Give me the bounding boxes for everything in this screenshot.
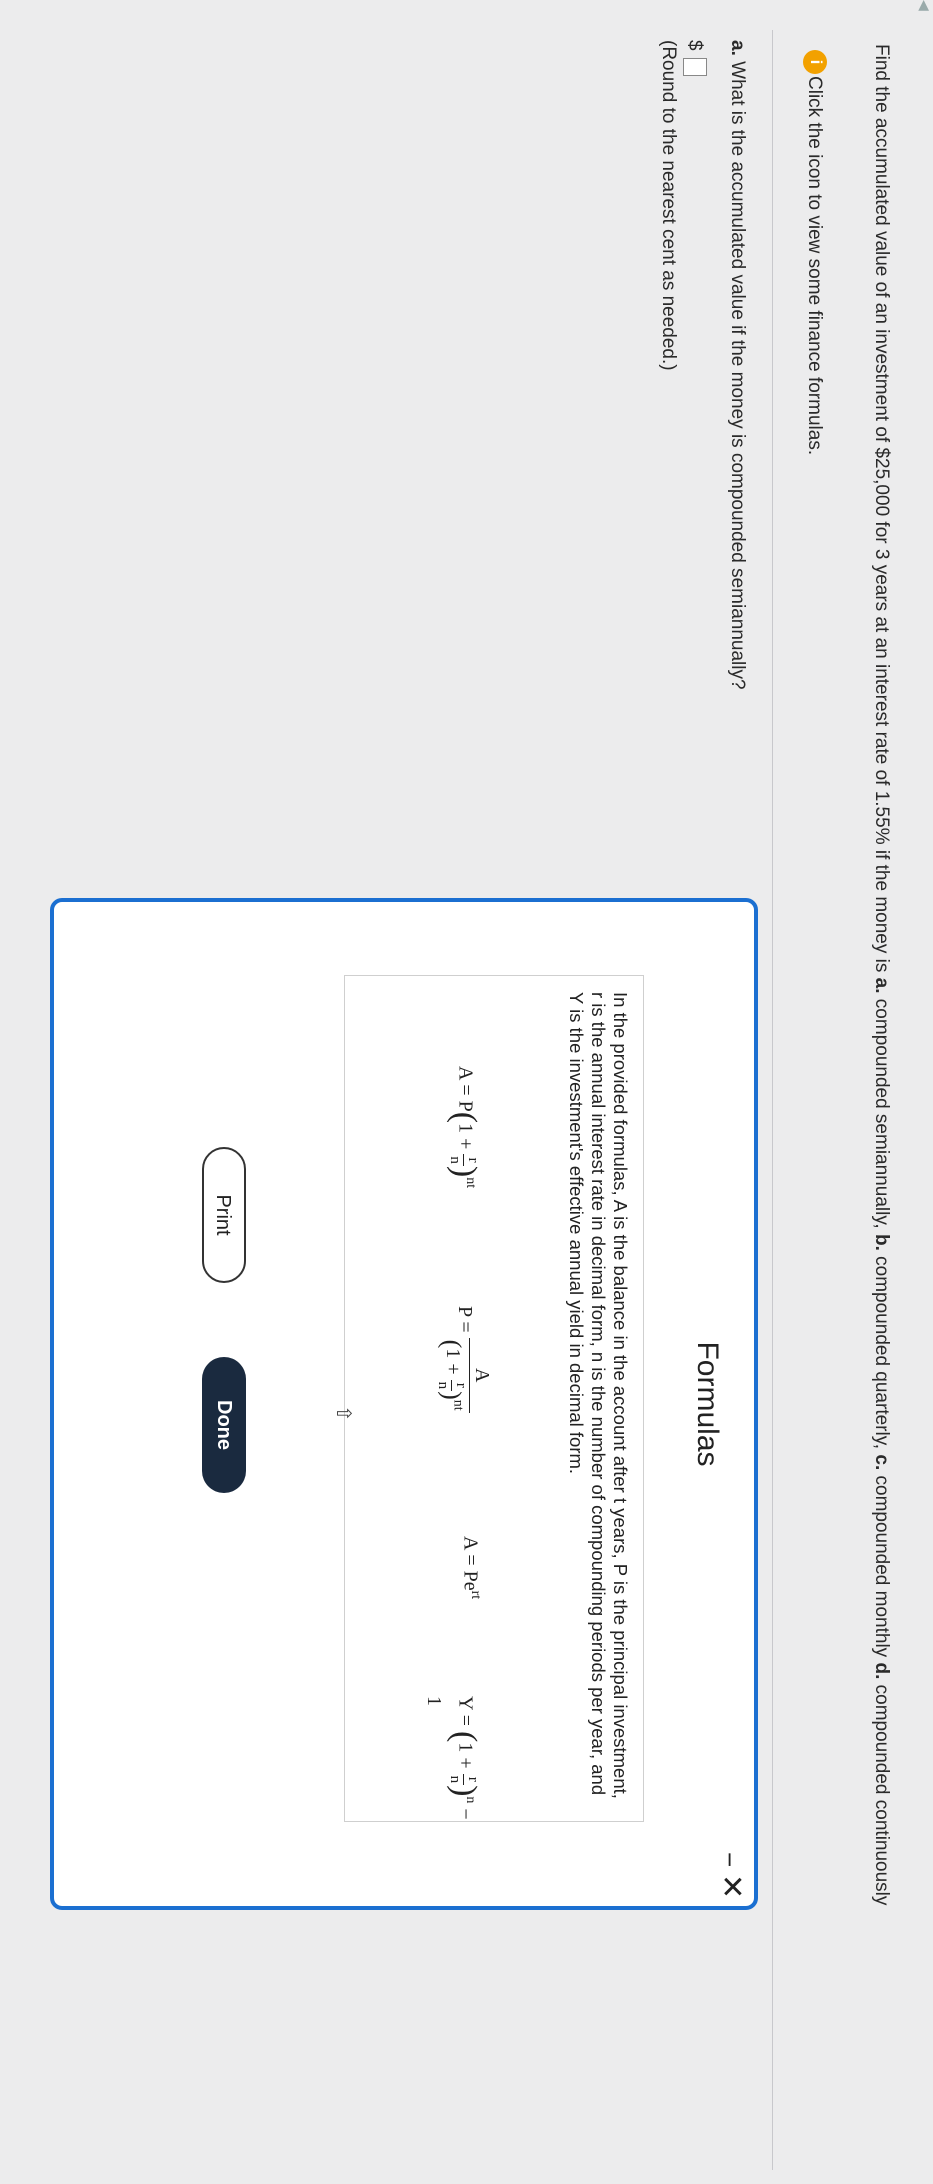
formulas-dialog: Formulas − ✕ In the provided formulas, A… bbox=[50, 898, 758, 1910]
effective-yield-formula: Y = (1 + r n)n − 1 bbox=[423, 1696, 483, 1820]
question-label-d: d. bbox=[871, 1662, 892, 1680]
screen: ◀ Find the accumulated value of an inves… bbox=[0, 0, 933, 2184]
question-text: Find the accumulated value of an investm… bbox=[869, 44, 893, 2164]
answer-input[interactable] bbox=[683, 58, 707, 76]
collapse-arrow-icon[interactable]: ◀ bbox=[909, 0, 933, 24]
done-button[interactable]: Done bbox=[202, 1357, 246, 1493]
question-part: compounded continuously bbox=[871, 1679, 892, 1906]
minimize-button[interactable]: − bbox=[715, 1852, 745, 1872]
divider bbox=[772, 30, 773, 2170]
question-part: compounded semiannually, bbox=[871, 993, 892, 1234]
question-label-b: b. bbox=[871, 1233, 892, 1251]
close-button[interactable]: ✕ bbox=[715, 1874, 748, 1899]
question-label-c: c. bbox=[871, 1454, 892, 1471]
rounding-note: (Round to the nearest cent as needed.) bbox=[658, 40, 679, 371]
present-value-formula: P = A (1 + r n)nt bbox=[435, 1306, 493, 1413]
print-button[interactable]: Print bbox=[202, 1147, 246, 1283]
question-part: compounded quarterly, bbox=[871, 1250, 892, 1455]
dialog-title: Formulas bbox=[691, 1341, 724, 1467]
question-label-a: a. bbox=[871, 977, 892, 994]
currency-symbol: $ bbox=[684, 40, 705, 51]
compound-interest-formula: A = P(1 + r n)nt bbox=[446, 1066, 483, 1189]
continuous-compounding-formula: A = Pert bbox=[459, 1536, 483, 1600]
question-part: compounded monthly bbox=[871, 1470, 892, 1663]
part-a-question: a. What is the accumulated value if the … bbox=[726, 40, 748, 690]
formula-description: In the provided formulas, A is the balan… bbox=[566, 992, 631, 1799]
info-icon[interactable]: i bbox=[803, 50, 827, 74]
cursor-arrow-icon: ⇧ bbox=[332, 1405, 354, 1422]
part-a-text: What is the accumulated value if the mon… bbox=[727, 55, 748, 690]
hint-text: Click the icon to view some finance form… bbox=[804, 76, 825, 456]
formula-panel: In the provided formulas, A is the balan… bbox=[344, 975, 644, 1822]
part-a-label: a. bbox=[727, 40, 748, 56]
question-part: Find the accumulated value of an investm… bbox=[871, 44, 892, 978]
